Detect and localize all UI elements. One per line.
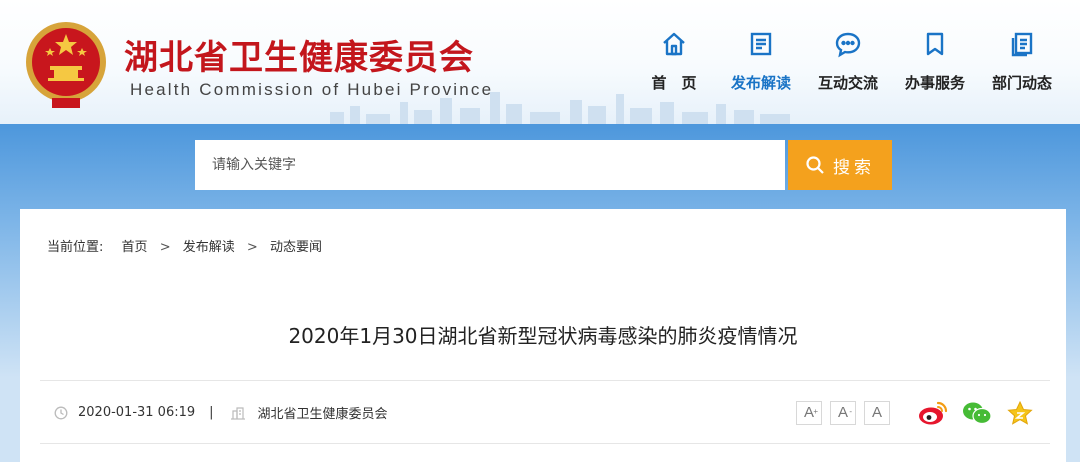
- nav-item-department[interactable]: 部门动态: [977, 30, 1067, 93]
- nav-label-services: 办事服务: [904, 74, 965, 92]
- article-title: 2020年1月30日湖北省新型冠状病毒感染的肺炎疫情情况: [288, 324, 798, 348]
- nav-label-releases: 发布解读: [730, 74, 791, 92]
- font-reset-button[interactable]: A: [864, 401, 890, 425]
- nav-item-releases[interactable]: 发布解读: [716, 30, 806, 93]
- font-decrease-label: A: [837, 404, 848, 421]
- nav-item-services[interactable]: 办事服务: [890, 30, 980, 93]
- wechat-icon[interactable]: [962, 400, 992, 426]
- site-header: 湖北省卫生健康委员会 Health Commission of Hubei Pr…: [0, 0, 1080, 124]
- font-decrease-button[interactable]: A-: [830, 401, 856, 425]
- article-meta: 2020-01-31 06:19 | 湖北省卫生健康委员会: [54, 403, 388, 422]
- breadcrumb-prefix: 当前位置:: [47, 240, 104, 255]
- article-meta-bar: 2020-01-31 06:19 | 湖北省卫生健康委员会 A + A- A: [40, 380, 1050, 444]
- nav-label-department: 部门动态: [991, 74, 1052, 92]
- breadcrumb-news[interactable]: 动态要闻: [270, 240, 322, 255]
- favorite-icon[interactable]: [1006, 400, 1034, 426]
- search-icon: [806, 156, 824, 174]
- weibo-icon[interactable]: [918, 400, 948, 426]
- home-icon: [663, 32, 685, 56]
- bookmark-icon: [926, 32, 944, 56]
- pages-icon: [1011, 32, 1033, 57]
- main-nav: 首 页 发布解读 互动交流 办事服务 部门动态: [0, 30, 1080, 100]
- font-increase-button[interactable]: A +: [796, 401, 822, 425]
- search-button[interactable]: 搜索: [788, 140, 892, 190]
- meta-divider: |: [209, 405, 214, 420]
- clock-icon: [54, 406, 68, 419]
- breadcrumb-releases[interactable]: 发布解读: [183, 240, 235, 255]
- search-button-label: 搜索: [833, 157, 875, 178]
- article-source: 湖北省卫生健康委员会: [257, 407, 388, 422]
- article-panel: 当前位置: 首页 > 发布解读 > 动态要闻 2020年1月30日湖北省新型冠状…: [20, 209, 1066, 462]
- nav-item-interaction[interactable]: 互动交流: [803, 30, 893, 93]
- nav-label-interaction: 互动交流: [817, 74, 878, 92]
- font-reset-label: A: [871, 404, 882, 421]
- breadcrumb: 当前位置: 首页 > 发布解读 > 动态要闻: [47, 236, 330, 255]
- document-icon: [750, 32, 772, 56]
- article-tools: A + A- A: [796, 400, 1034, 426]
- nav-item-home[interactable]: 首 页: [629, 30, 719, 93]
- building-icon: [230, 406, 245, 420]
- breadcrumb-home[interactable]: 首页: [122, 240, 148, 255]
- chat-icon: [835, 32, 861, 58]
- breadcrumb-separator: >: [246, 240, 258, 255]
- publish-date: 2020-01-31 06:19: [78, 405, 196, 420]
- breadcrumb-separator: >: [159, 240, 171, 255]
- search-input[interactable]: [195, 140, 785, 190]
- nav-label-home: 首 页: [651, 74, 697, 92]
